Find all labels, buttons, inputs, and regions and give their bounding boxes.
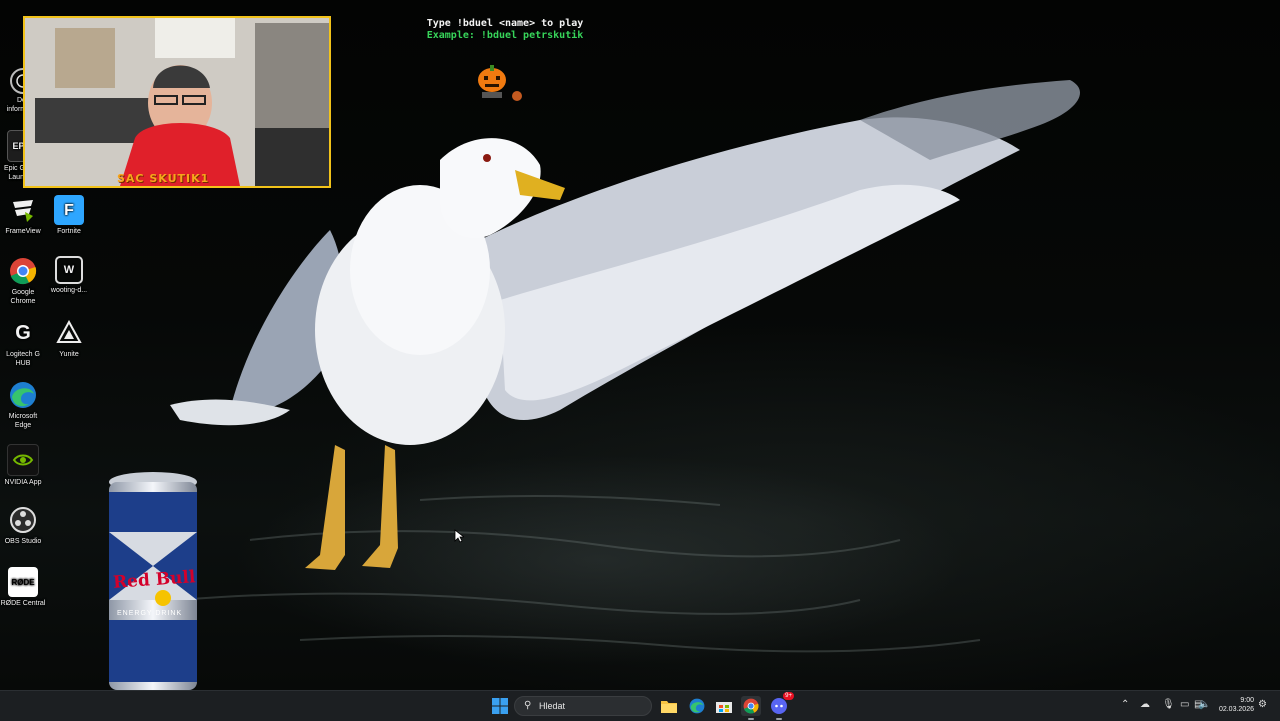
chrome-taskbar-icon[interactable] <box>741 696 761 716</box>
yunite-icon <box>54 318 84 348</box>
desktop-icon-label: Logitech G HUB <box>6 351 40 367</box>
bot-instruction-text: Type !bduel <name> to play <box>426 18 584 29</box>
desktop-icon-label: wooting-d... <box>50 287 88 294</box>
desktop-icon-edge[interactable]: Microsoft Edge <box>0 380 46 430</box>
chevron-up-icon[interactable]: ⌃ <box>1121 699 1129 711</box>
webcam-name-overlay: SAC SKUTIK1 <box>117 172 210 185</box>
rode-icon: RØDE <box>8 567 38 597</box>
clock-date: 02.03.2026 <box>1218 706 1254 713</box>
mouse-cursor-icon <box>454 529 464 543</box>
frameview-icon <box>8 195 38 225</box>
store-icon[interactable] <box>714 696 734 716</box>
desktop-icon-nvidia[interactable]: NVIDIA App <box>0 444 46 487</box>
desktop-icon-frameview[interactable]: FrameView <box>0 195 46 236</box>
desktop-icon-label: NVIDIA App <box>4 479 42 486</box>
desktop-icon-chrome[interactable]: Google Chrome <box>0 256 46 306</box>
notification-icon[interactable]: ⚙ <box>1258 699 1267 711</box>
fortnite-icon: F <box>54 195 84 225</box>
webcam-overlay: SAC SKUTIK1 <box>23 16 331 188</box>
nvidia-icon <box>7 444 39 476</box>
wooting-icon: W <box>55 256 83 284</box>
discord-badge: 9+ <box>783 692 794 700</box>
desktop-icon-obs[interactable]: OBS Studio <box>0 505 46 546</box>
bot-example-text: Example: !bduel petrskutik <box>426 30 584 41</box>
desktop-icon-label: Yunite <box>59 351 79 358</box>
desktop-icon-label: Microsoft Edge <box>8 413 38 429</box>
bot-command-overlay: Type !bduel <name> to play Example: !bdu… <box>380 18 630 42</box>
search-placeholder: Hledat <box>539 701 566 711</box>
can-sub-text: ENERGY DRINK <box>117 610 183 617</box>
desktop-icon-yunite[interactable]: Yunite <box>46 318 92 359</box>
desktop: Dell informac... EPIC Epic Games Launche… <box>0 0 1280 690</box>
chrome-icon <box>8 256 38 286</box>
microphone-icon[interactable]: 🎙 <box>1162 699 1175 711</box>
battery-icon[interactable]: ▭ <box>1180 699 1189 711</box>
edge-taskbar-icon[interactable] <box>687 696 707 716</box>
obs-icon <box>8 505 38 535</box>
taskbar: ⚲ Hledat 9+ ⌃ ☁ 🎙 ▭ ▤ 🔈 9:00 02.03.2026 … <box>0 690 1280 721</box>
desktop-icon-label: FrameView <box>5 228 41 235</box>
desktop-icon-rode[interactable]: RØDE RØDE Central <box>0 567 46 608</box>
desktop-icon-fortnite[interactable]: F Fortnite <box>46 195 92 236</box>
desktop-icon-wooting[interactable]: W wooting-d... <box>46 256 92 295</box>
desktop-icon-label: Google Chrome <box>10 289 36 305</box>
taskbar-search-input[interactable]: ⚲ Hledat <box>514 696 652 716</box>
cloud-icon[interactable]: ☁ <box>1140 699 1150 711</box>
clock-time: 9:00 <box>1240 697 1254 704</box>
desktop-icon-label: Fortnite <box>57 228 81 235</box>
logitech-icon: G <box>15 321 31 344</box>
energy-drink-can-overlay: Red Bull ENERGY DRINK <box>107 470 199 690</box>
discord-icon[interactable]: 9+ <box>769 692 794 716</box>
file-explorer-icon[interactable] <box>659 696 679 716</box>
pumpkin-sprite <box>478 65 522 101</box>
desktop-icon-logitech[interactable]: G Logitech G HUB <box>0 318 46 368</box>
windows-start-icon[interactable] <box>490 696 510 716</box>
edge-icon <box>8 380 38 410</box>
desktop-icon-label: OBS Studio <box>4 538 42 545</box>
taskbar-clock[interactable]: 9:00 02.03.2026 <box>1212 696 1254 714</box>
volume-icon[interactable]: 🔈 <box>1198 699 1210 711</box>
webcam-feed <box>25 18 329 186</box>
search-icon: ⚲ <box>524 700 532 711</box>
desktop-icon-label: RØDE Central <box>0 600 46 607</box>
